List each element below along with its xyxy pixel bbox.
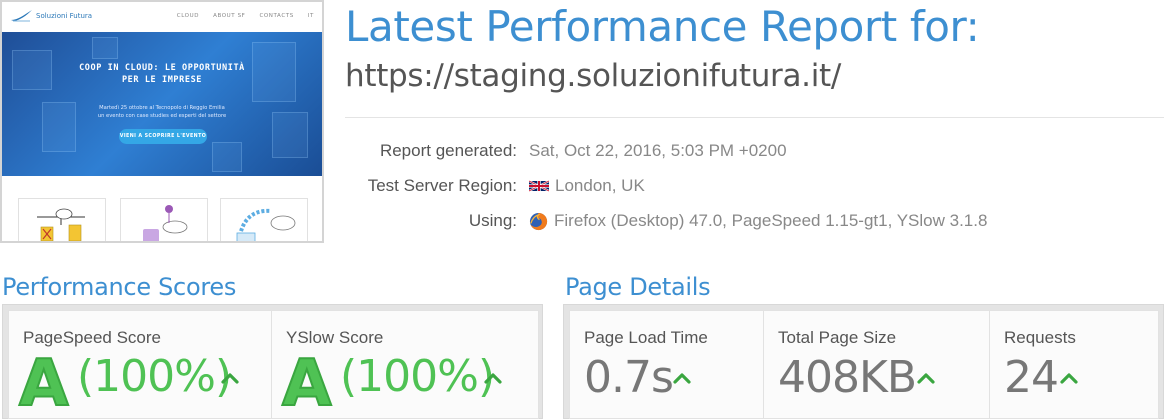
cloud-sync-icon [236,208,296,241]
thumbnail-feature-card [18,198,106,241]
test-region-value: London, UK [529,176,645,196]
chevron-up-icon [917,373,935,384]
thumbnail-nav-links: CLOUD ABOUT SF CONTACTS IT [177,13,314,19]
chevron-up-icon [484,373,502,384]
total-page-size-value: 408KB [778,352,917,403]
total-page-size-label: Total Page Size [778,328,897,347]
page-load-time-value: 0.7s [584,352,674,403]
thumbnail-hero-button: VIENI A SCOPRIRE L'EVENTO [119,129,207,144]
performance-scores-panel: PageSpeed Score A (100%) YSlow Score A (… [2,304,543,419]
header-divider [345,117,1164,118]
report-generated-text: Sat, Oct 22, 2016, 5:03 PM +0200 [529,141,787,160]
total-page-size-card[interactable]: Total Page Size 408KB [763,310,990,419]
report-url[interactable]: https://staging.soluzionifutura.it/ [345,58,841,94]
performance-scores-title: Performance Scores [2,273,237,301]
hero-title-line: COOP IN CLOUD: LE OPPORTUNITÀ [79,63,245,73]
thumbnail-hero-title: COOP IN CLOUD: LE OPPORTUNITÀ PER LE IMP… [2,62,322,86]
uk-flag-icon [529,180,549,192]
hero-sub-line: un evento con case studies ed esperti de… [97,113,227,119]
using-text: Firefox (Desktop) 47.0, PageSpeed 1.15-g… [554,211,988,230]
requests-label: Requests [1004,328,1076,347]
scale-coins-icon [37,208,85,241]
thumbnail-feature-card [120,198,208,241]
page-load-time-label: Page Load Time [584,328,708,347]
pagespeed-score-label: PageSpeed Score [23,328,161,347]
chevron-up-icon [673,373,691,384]
requests-card[interactable]: Requests 24 [989,310,1159,419]
hero-title-line: PER LE IMPRESE [121,75,203,85]
test-region-text: London, UK [555,176,645,195]
thumbnail-hero-subtitle: Martedì 25 ottobre al Tecnopolo di Reggi… [2,104,322,120]
yslow-grade: A [281,346,332,419]
requests-value: 24 [1004,352,1059,403]
hero-cube [92,37,118,59]
firefox-icon [529,212,548,230]
thumbnail-nav-lang: IT [307,13,314,19]
yslow-score-label: YSlow Score [286,328,384,347]
chevron-up-icon [1060,373,1078,384]
thumbnail-navbar: Soluzioni Futura CLOUD ABOUT SF CONTACTS… [2,2,322,32]
page-load-time-card[interactable]: Page Load Time 0.7s [569,310,764,419]
report-generated-value: Sat, Oct 22, 2016, 5:03 PM +0200 [529,141,787,161]
using-value: Firefox (Desktop) 47.0, PageSpeed 1.15-g… [529,211,987,231]
thumbnail-nav-cloud: CLOUD [176,13,200,19]
thumbnail-nav-contacts: CONTACTS [259,13,294,19]
test-region-label: Test Server Region: [367,176,517,195]
yslow-percent: (100%) [340,351,495,402]
chevron-up-icon [221,373,239,384]
brand-logo-icon [11,10,32,22]
thumbnail-nav-about: ABOUT SF [213,13,246,19]
hero-sub-line: Martedì 25 ottobre al Tecnopolo di Reggi… [99,105,225,111]
thumbnail-hero: COOP IN CLOUD: LE OPPORTUNITÀ PER LE IMP… [2,32,322,176]
thumbnail-brand: Soluzioni Futura [36,12,93,20]
pagespeed-percent: (100%) [77,351,232,402]
yslow-score-card[interactable]: YSlow Score A (100%) [271,310,539,419]
database-cloud-icon [143,205,188,241]
report-generated-label: Report generated: [379,141,517,160]
page-title: Latest Performance Report for: [345,2,980,51]
page-details-panel: Page Load Time 0.7s Total Page Size 408K… [563,304,1164,419]
thumbnail-feature-card [220,198,308,241]
page-details-title: Page Details [565,273,711,301]
site-thumbnail[interactable]: Soluzioni Futura CLOUD ABOUT SF CONTACTS… [0,0,324,243]
pagespeed-grade: A [18,346,69,419]
hero-cube [212,142,242,172]
pagespeed-score-card[interactable]: PageSpeed Score A (100%) [8,310,273,419]
using-label: Using: [468,211,517,230]
